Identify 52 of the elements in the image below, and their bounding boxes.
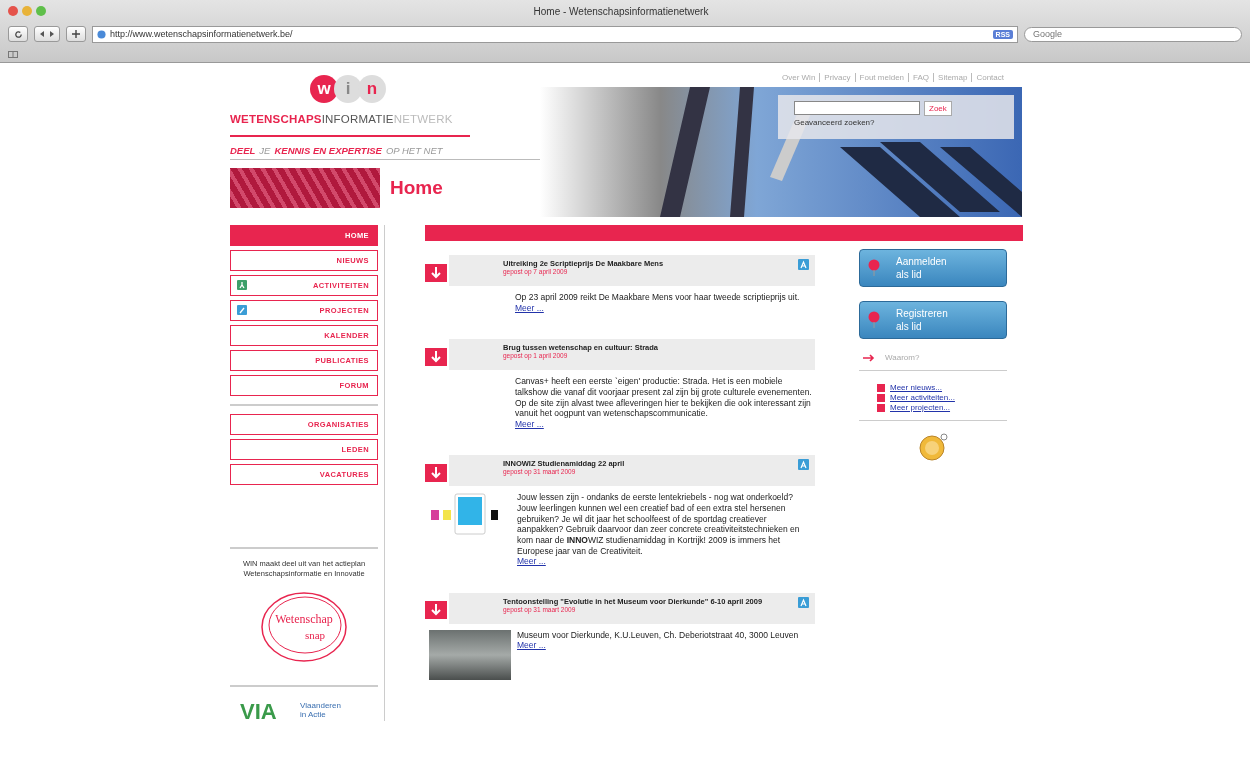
runner-icon (237, 280, 247, 290)
more-link[interactable]: Meer ... (515, 418, 815, 430)
article-text: Jouw lessen zijn - ondanks de eerste lentekriebels - nog wat onderkoeld? Jouw leerlingen kunnen wel een creatief bad of een extra stel hersenen gebruiken? Je wil dit jaar het schoolfeest of de sportdag creatiever aanpakken? Gebruik daarvoor dan zeer concrete creativiteitstechnieken en kom naar de INNOWIZ studienamiddag in Kortrijk! 2009 is immers het Europese jaar van de Creativiteit. (517, 492, 800, 556)
article-text: Canvas+ heeft een eerste `eigen' productie: Strada. Het is een mobiele talkshow die vanaf dit voorjaar present zal zijn bij grote culturele evenementen. Op de site zijn alvast twee afleveringen hier te bekijken die ook interessant zijn vanuit het oogpunt van wetenschapscommunicatie. (515, 376, 812, 419)
pin-icon (868, 259, 880, 277)
top-link[interactable]: Contact (967, 73, 1004, 87)
member-button[interactable]: Registreren als lid (859, 301, 1007, 339)
award-badge-icon (917, 433, 949, 463)
tagline: DEEL JE KENNIS EN EXPERTISE OP HET NET (230, 145, 540, 160)
article-text: Op 23 april 2009 reikt De Maakbare Mens voor haar tweede scriptieprijs uit. (515, 292, 800, 302)
more-link[interactable]: Meer ... (517, 556, 815, 567)
arrow-right-icon (863, 353, 875, 362)
site-wordmark: WETENSCHAPSINFORMATIENETWERK (230, 113, 470, 137)
logo-letter: i (334, 75, 362, 103)
url-text: http://www.wetenschapsinformatienetwerk.be/ (110, 29, 293, 39)
more-link[interactable]: Meer activiteiten... (877, 393, 1007, 402)
reload-button[interactable] (8, 26, 28, 42)
add-bookmark-button[interactable] (66, 26, 86, 42)
more-link[interactable]: Meer ... (515, 302, 815, 314)
page-title: Home (390, 177, 443, 199)
plus-icon (72, 30, 80, 38)
top-link[interactable]: FAQ (904, 73, 930, 87)
activity-icon (798, 259, 809, 270)
top-link[interactable]: Over Win (782, 73, 816, 87)
pin-icon (868, 311, 880, 329)
window-title: Home - Wetenschapsinformatienetwerk (532, 5, 710, 17)
via-logo: VIA (240, 700, 294, 721)
more-link[interactable]: Meer nieuws... (877, 383, 1007, 392)
more-link[interactable]: Meer ... (517, 640, 815, 651)
top-link[interactable]: Sitemap (929, 73, 968, 87)
member-button[interactable]: Aanmelden als lid (859, 249, 1007, 287)
book-icon[interactable] (8, 50, 18, 58)
pencil-icon (237, 305, 247, 315)
via-caption: Vlaanderen in Actie (300, 701, 341, 720)
search-button[interactable]: Zoek (924, 101, 952, 116)
why-link[interactable]: Waarom? (859, 353, 1007, 362)
search-field[interactable]: Google (1024, 26, 1242, 42)
back-forward-button[interactable] (34, 26, 60, 42)
logo-letter: n (358, 75, 386, 103)
reload-icon (13, 29, 23, 39)
top-link[interactable]: Fout melden (850, 73, 905, 87)
back-forward-icon (39, 30, 55, 38)
advanced-search-link[interactable]: Geavanceerd zoeken? (794, 118, 1014, 127)
top-link[interactable]: Privacy (815, 73, 851, 87)
activity-icon (798, 596, 809, 608)
activity-icon (798, 459, 809, 471)
site-search-field[interactable] (794, 101, 920, 115)
logo-letter: w (310, 75, 338, 103)
article-text: Museum voor Dierkunde, K.U.Leuven, Ch. Deberiotstraat 40, 3000 Leuven (517, 629, 799, 640)
globe-icon (97, 29, 106, 39)
close-icon[interactable] (8, 6, 18, 16)
more-link[interactable]: Meer projecten... (877, 403, 1007, 412)
